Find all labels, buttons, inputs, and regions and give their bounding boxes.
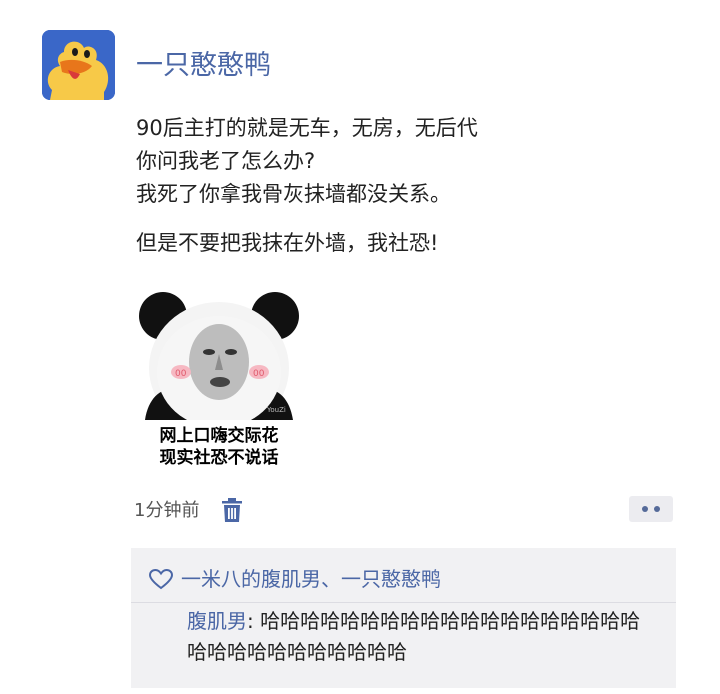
more-dots-icon [642,506,648,512]
meme-watermark: YouZi [266,406,286,414]
comment-item[interactable]: 腹肌男: 哈哈哈哈哈哈哈哈哈哈哈哈哈哈哈哈哈哈哈哈哈哈哈哈哈哈哈哈哈哈 [187,606,657,668]
username-link[interactable]: 一只憨憨鸭 [136,52,271,79]
panda-meme-icon: 00 00 YouZi [139,292,299,420]
post-timestamp: 1分钟前 [134,500,200,521]
post-line: 我死了你拿我骨灰抹墙都没关系。 [136,182,451,206]
meme-caption-line: 现实社恐不说话 [159,448,279,468]
svg-text:00: 00 [175,369,187,379]
heart-icon [149,569,173,590]
post-line: 90后主打的就是无车，无房，无后代 [136,116,478,140]
likes-names[interactable]: 一米八的腹肌男、一只憨憨鸭 [181,566,441,592]
trash-icon [222,498,242,522]
more-options-button[interactable] [629,496,673,522]
comments-panel: 一米八的腹肌男、一只憨憨鸭 腹肌男: 哈哈哈哈哈哈哈哈哈哈哈哈哈哈哈哈哈哈哈哈哈… [131,548,676,688]
comment-separator: : [247,609,261,633]
more-dots-icon [654,506,660,512]
comment-author[interactable]: 腹肌男 [187,609,247,633]
post-line: 但是不要把我抹在外墙，我社恐! [136,231,439,255]
delete-button[interactable] [220,497,244,523]
post-text: 90后主打的就是无车，无房，无后代 你问我老了怎么办? 我死了你拿我骨灰抹墙都没… [136,112,478,260]
meme-caption-line: 网上口嗨交际花 [159,426,279,446]
duck-avatar-icon [42,30,115,100]
avatar[interactable] [42,30,115,100]
post-image[interactable]: 00 00 YouZi 网上口嗨交际花 现实社恐不说话 [135,290,303,477]
post-line: 你问我老了怎么办? [136,149,316,173]
svg-text:00: 00 [253,369,265,379]
divider [131,602,676,603]
